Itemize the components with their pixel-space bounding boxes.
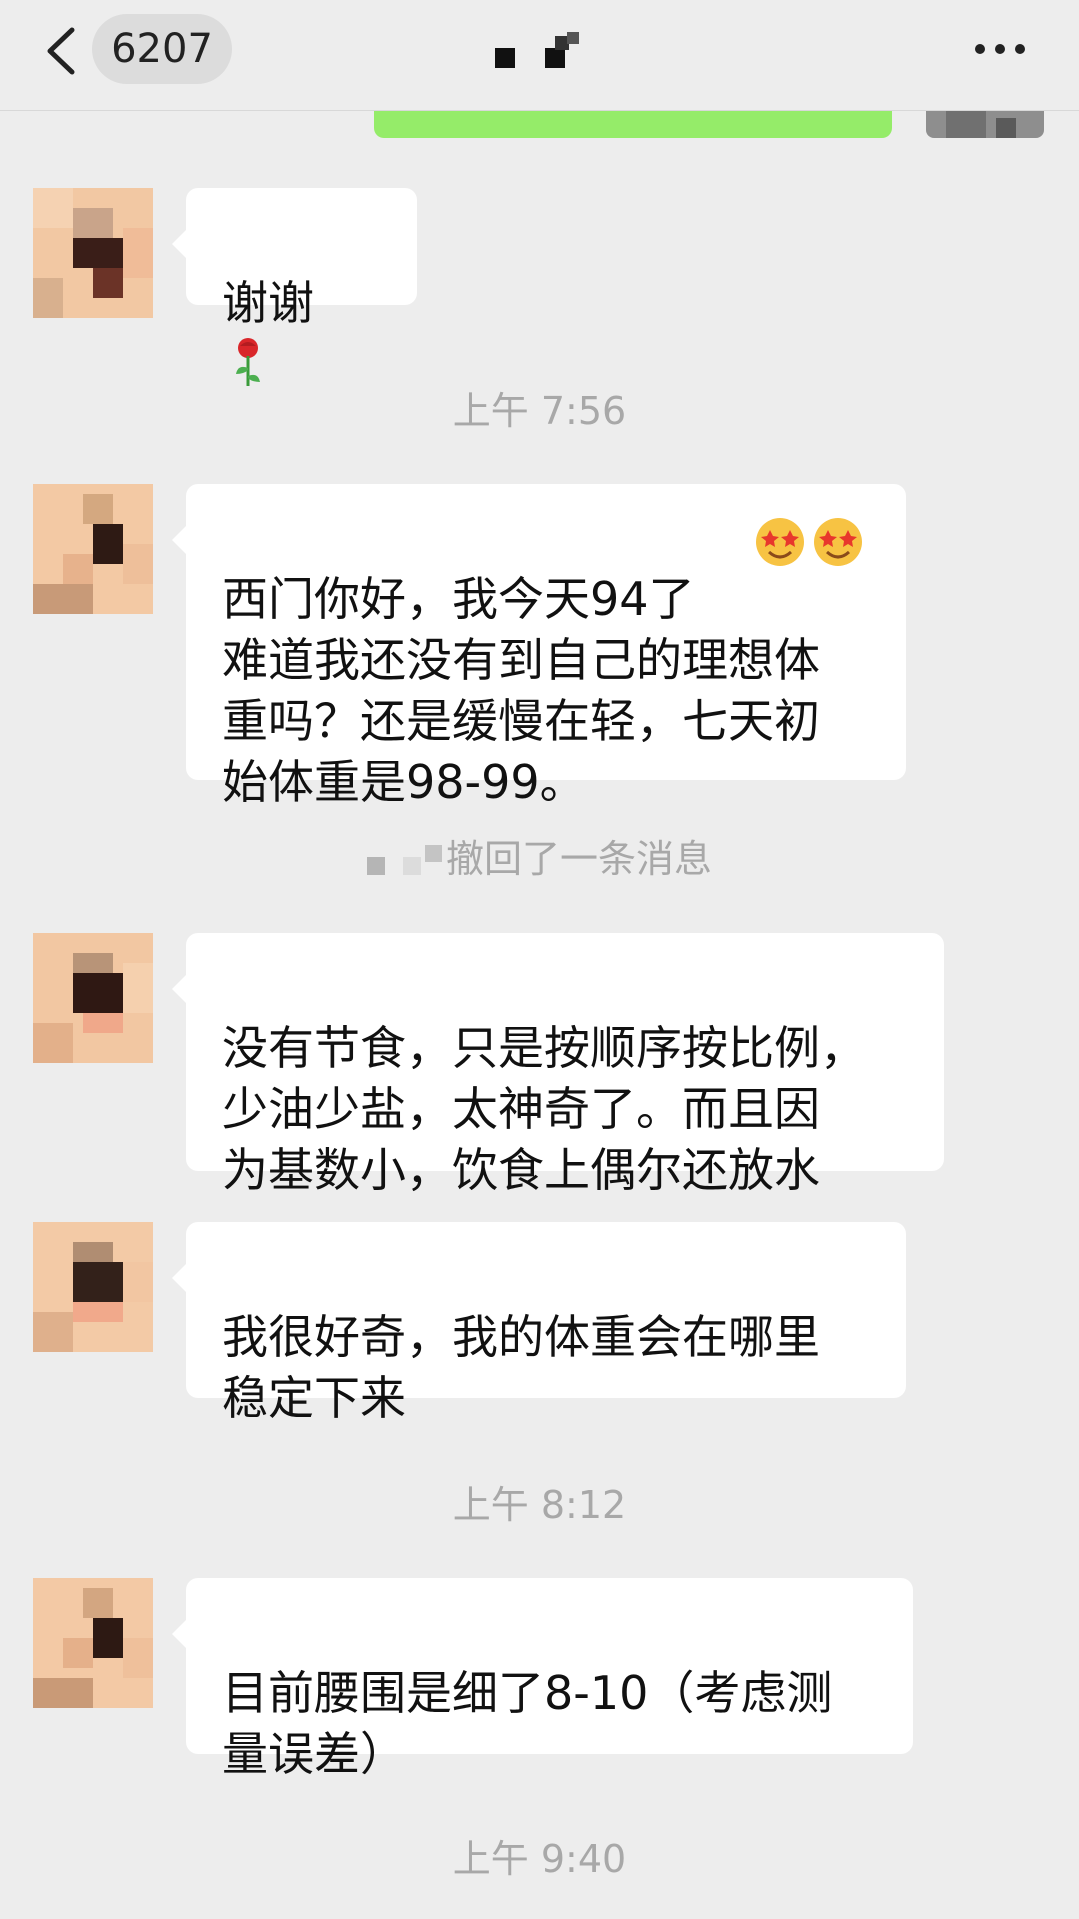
contact-avatar[interactable] [33,933,153,1063]
star-struck-icon [756,518,804,566]
more-dots-icon[interactable] [972,38,1028,60]
timestamp: 上午 8:12 [452,1483,627,1527]
recall-text: 撤回了一条消息 [445,837,712,881]
recaller-name-pixelated [366,844,442,875]
unread-count-badge[interactable]: 6207 [92,14,232,84]
message-bubble[interactable]: 西门你好，我今天94了 难道我还没有到自己的理想体 重吗？还是缓慢在轻，七天初 … [172,484,906,809]
message-text: 我很好奇，我的体重会在哪里 稳定下来 [222,1310,820,1425]
timestamp: 上午 7:56 [452,389,627,433]
contact-avatar[interactable] [33,188,153,318]
contact-avatar[interactable] [33,484,153,614]
message-bubble[interactable]: 谢谢 [172,188,417,386]
star-struck-icon [814,518,862,566]
message-bubble[interactable]: 没有节食，只是按顺序按比例， 少油少盐，太神奇了。而且因 为基数小，饮食上偶尔还… [172,933,944,1197]
previous-sent-bubble[interactable] [374,110,892,138]
timestamp: 上午 9:40 [452,1837,627,1881]
message-text: 谢谢 [222,276,314,330]
message-text: 西门你好，我今天94了 难道我还没有到自己的理想体 重吗？还是缓慢在轻，七天初 … [222,572,820,809]
recall-notice: 撤回了一条消息 [0,828,1079,883]
contact-avatar[interactable] [33,1578,153,1708]
message-bubble[interactable]: 我很好奇，我的体重会在哪里 稳定下来 [172,1222,906,1425]
message-bubble[interactable]: 目前腰围是细了8-10（考虑测 量误差） [172,1578,913,1781]
chevron-left-icon[interactable] [42,26,82,76]
sender-avatar[interactable] [926,110,1044,138]
message-text: 没有节食，只是按顺序按比例， 少油少盐，太神奇了。而且因 为基数小，饮食上偶尔还… [222,1021,866,1197]
chat-title-pixelated [495,32,579,68]
contact-avatar[interactable] [33,1222,153,1352]
chat-header: 6207 [0,0,1079,111]
message-text: 目前腰围是细了8-10（考虑测 量误差） [222,1666,833,1781]
